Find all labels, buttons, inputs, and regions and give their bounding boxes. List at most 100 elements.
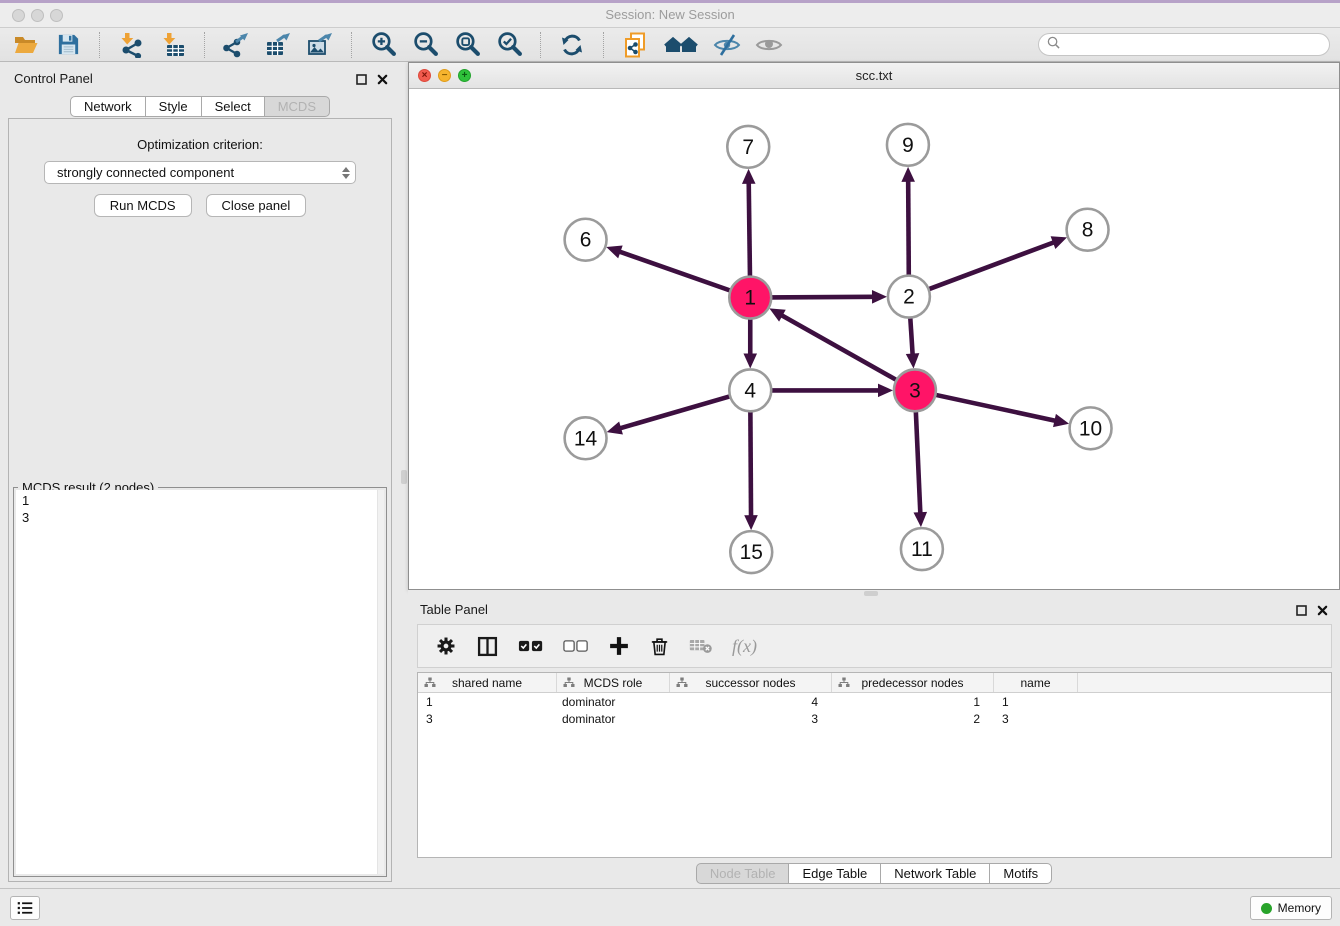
tab-style[interactable]: Style [146,96,202,117]
cell-shared-name: 1 [418,695,557,709]
zoom-network-button[interactable]: + [458,69,471,82]
result-scrollbar[interactable] [377,490,384,874]
export-table-button[interactable] [264,31,292,59]
hierarchy-sort-icon [563,677,575,691]
memory-label: Memory [1278,901,1321,915]
graph-node-4[interactable]: 4 [729,369,771,411]
import-table-button[interactable] [159,31,187,59]
open-session-button[interactable] [12,31,40,59]
zoom-out-button[interactable] [411,31,439,59]
network-file-button[interactable] [621,31,649,59]
tab-node-table[interactable]: Node Table [696,863,790,884]
minimize-network-button[interactable]: − [438,69,451,82]
hide-selected-button[interactable] [713,31,741,59]
splitter-handle[interactable] [401,470,407,484]
column-header-label: name [1020,676,1050,690]
graph-node-2[interactable]: 2 [888,276,930,318]
column-header-name[interactable]: name [994,673,1078,692]
graph-node-8[interactable]: 8 [1067,209,1109,251]
graph-node-9[interactable]: 9 [887,124,929,166]
graph-node-10[interactable]: 10 [1070,407,1112,449]
minimize-window-button[interactable] [31,9,44,22]
column-header-shared-name[interactable]: shared name [418,673,557,692]
float-panel-icon[interactable] [1296,603,1307,621]
graph-node-6[interactable]: 6 [565,219,607,261]
close-panel-icon[interactable] [1317,603,1328,621]
memory-button[interactable]: Memory [1250,896,1332,920]
table-header-row: shared nameMCDS rolesuccessor nodesprede… [418,673,1331,693]
export-network-button[interactable] [222,31,250,59]
export-image-button[interactable] [306,31,334,59]
show-all-button[interactable] [755,31,783,59]
import-network-button[interactable] [117,31,145,59]
show-column-panel-icon[interactable] [476,633,499,659]
float-panel-icon[interactable] [356,72,367,90]
graph-edge-1-2[interactable] [768,290,887,304]
graph-node-1[interactable]: 1 [729,277,771,319]
select-all-icon[interactable] [518,633,544,659]
close-panel-icon[interactable] [377,72,388,90]
graph-edge-2-8[interactable] [926,236,1067,290]
column-header-mcds-role[interactable]: MCDS role [557,673,670,692]
graph-edge-4-3[interactable] [768,384,893,398]
toolbar-separator [204,32,205,58]
save-floppy-icon [56,32,81,57]
zoom-selected-button[interactable] [495,31,523,59]
criterion-select[interactable]: strongly connected component [44,161,356,184]
network-window-title: scc.txt [856,68,893,83]
tab-edge-table[interactable]: Edge Table [789,863,881,884]
tab-network-table[interactable]: Network Table [881,863,990,884]
vertical-splitter[interactable] [400,62,408,888]
close-window-button[interactable] [12,9,25,22]
column-header-predecessor-nodes[interactable]: predecessor nodes [832,673,994,692]
run-mcds-button[interactable]: Run MCDS [94,194,192,217]
search-input[interactable] [1065,38,1321,52]
svg-text:2: 2 [903,286,915,309]
svg-text:3: 3 [909,379,921,402]
graph-edge-3-10[interactable] [932,394,1069,427]
settings-gear-icon[interactable] [435,633,457,659]
search-box[interactable] [1038,33,1330,56]
delete-icon[interactable] [649,633,670,659]
column-header-successor-nodes[interactable]: successor nodes [670,673,832,692]
svg-text:6: 6 [580,229,592,252]
graph-edge-1-6[interactable] [606,246,733,292]
tab-select[interactable]: Select [202,96,265,117]
graph-node-11[interactable]: 11 [901,528,943,570]
tab-motifs[interactable]: Motifs [990,863,1052,884]
mcds-result-list[interactable]: 13 [16,490,384,874]
graph-edge-2-3[interactable] [906,315,920,369]
graph-edge-3-11[interactable] [914,408,928,527]
table-row[interactable]: 3dominator323 [418,710,1331,727]
home-button[interactable] [663,31,699,59]
tab-network[interactable]: Network [70,96,146,117]
graph-edge-4-15[interactable] [744,408,758,530]
refresh-button[interactable] [558,31,586,59]
graph-node-7[interactable]: 7 [727,126,769,168]
deselect-all-icon[interactable] [563,633,589,659]
hierarchy-sort-icon [838,677,850,691]
graph-node-15[interactable]: 15 [730,531,772,573]
graph-node-14[interactable]: 14 [565,417,607,459]
save-session-button[interactable] [54,31,82,59]
close-panel-button[interactable]: Close panel [206,194,307,217]
control-panel-tabbar: NetworkStyleSelectMCDS [0,96,400,117]
zoom-fit-button[interactable] [453,31,481,59]
graph-edge-3-1[interactable] [769,308,899,381]
graph-node-3[interactable]: 3 [894,369,936,411]
graph-edge-1-7[interactable] [742,169,756,280]
table-row[interactable]: 1dominator411 [418,693,1331,710]
tab-mcds[interactable]: MCDS [265,96,330,117]
zoom-in-button[interactable] [369,31,397,59]
zoom-window-button[interactable] [50,9,63,22]
graph-edge-1-4[interactable] [743,316,757,369]
svg-text:7: 7 [742,136,754,159]
show-panels-button[interactable] [10,896,40,920]
network-canvas[interactable]: 1 2 3 4 6 7 8 9 10 11 14 15 [409,90,1339,589]
close-network-button[interactable]: × [418,69,431,82]
graph-edge-2-9[interactable] [901,167,915,279]
add-icon[interactable] [608,633,630,659]
cell-mcds-role: dominator [557,695,670,709]
graph-edge-4-14[interactable] [607,395,733,434]
hierarchy-sort-icon [424,677,436,691]
